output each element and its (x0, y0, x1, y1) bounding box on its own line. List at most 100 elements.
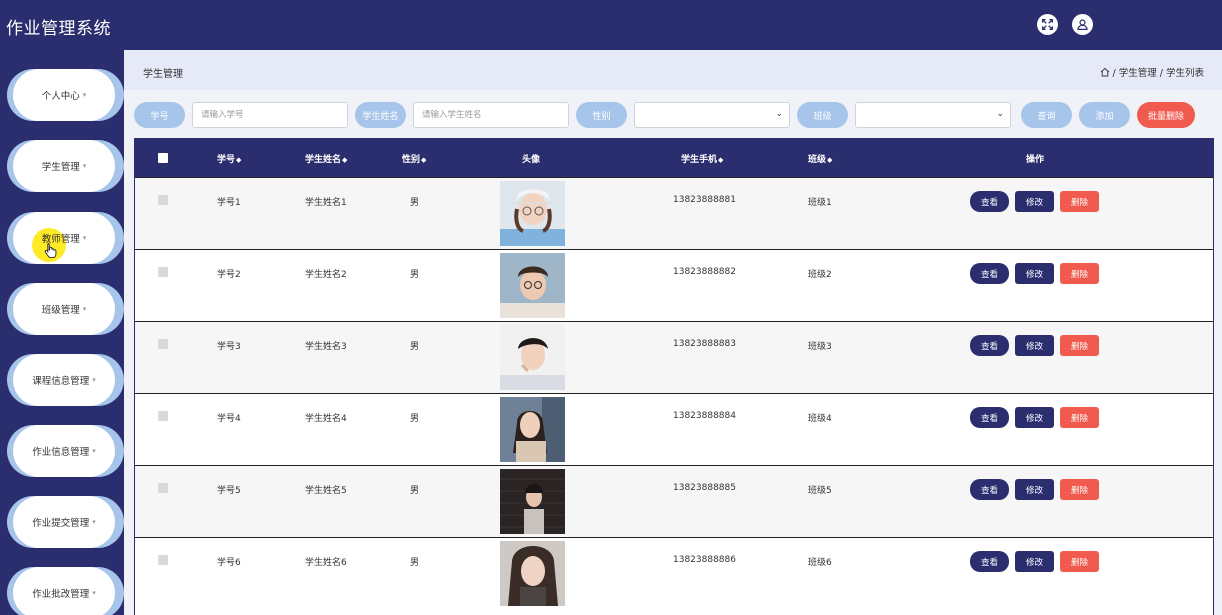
row-checkbox[interactable] (158, 195, 168, 205)
delete-button[interactable]: 删除 (1060, 335, 1099, 356)
add-button[interactable]: 添加 (1079, 102, 1130, 128)
delete-button[interactable]: 删除 (1060, 479, 1099, 500)
cell-phone: 13823888884 (673, 411, 736, 421)
cell-gender: 男 (410, 414, 420, 424)
sidebar-item-course-info-management[interactable]: 课程信息管理 ▾ (7, 354, 124, 406)
edit-button[interactable]: 修改 (1015, 479, 1054, 500)
sidebar-item-homework-submit-management[interactable]: 作业提交管理 ▾ (7, 496, 124, 548)
chevron-down-icon: ▾ (82, 162, 87, 170)
cell-xuehao: 学号4 (217, 414, 241, 424)
xuehao-input[interactable] (192, 102, 348, 128)
cell-xuehao: 学号5 (217, 486, 241, 496)
view-button[interactable]: 查看 (970, 551, 1009, 572)
student-name-label: 学生姓名 (355, 102, 406, 128)
cell-xuehao: 学号6 (217, 558, 241, 568)
sidebar-item-class-management[interactable]: 班级管理 ▾ (7, 283, 124, 335)
sort-icon: ◆ (236, 156, 242, 164)
chevron-down-icon: ▾ (82, 234, 87, 242)
cell-phone: 13823888883 (673, 339, 736, 349)
column-header-gender[interactable]: 性别◆ (402, 152, 426, 165)
avatar[interactable] (500, 469, 565, 534)
cell-class: 班级2 (808, 270, 832, 280)
row-checkbox[interactable] (158, 339, 168, 349)
column-header-phone[interactable]: 学生手机◆ (681, 152, 723, 165)
sidebar-item-label: 作业批改管理 (32, 589, 90, 600)
sidebar-item-homework-grading-management[interactable]: 作业批改管理 ▾ (7, 567, 124, 615)
sidebar-item-label: 教师管理 (41, 234, 80, 245)
cell-class: 班级4 (808, 414, 832, 424)
column-header-label: 学号 (217, 155, 236, 165)
cell-name: 学生姓名3 (305, 342, 347, 352)
student-name-input[interactable] (413, 102, 569, 128)
edit-button[interactable]: 修改 (1015, 335, 1054, 356)
view-button[interactable]: 查看 (970, 263, 1009, 284)
row-checkbox[interactable] (158, 267, 168, 277)
row-checkbox[interactable] (158, 555, 168, 565)
gender-select[interactable]: ⌄ (634, 102, 790, 128)
row-checkbox[interactable] (158, 483, 168, 493)
batch-delete-button[interactable]: 批量删除 (1137, 102, 1195, 128)
chevron-down-icon: ▾ (92, 589, 96, 597)
sidebar-item-label: 课程信息管理 (32, 376, 90, 387)
view-button[interactable]: 查看 (970, 335, 1009, 356)
avatar[interactable] (500, 541, 565, 606)
xuehao-input-field[interactable] (201, 110, 347, 120)
delete-button[interactable]: 删除 (1060, 191, 1099, 212)
query-button[interactable]: 查询 (1021, 102, 1072, 128)
sidebar: 个人中心 ▾ 学生管理 ▾ 教师管理 ▾ 班级管理 ▾ 课程信息管理 ▾ 作业信息管理 ▾ … (0, 50, 124, 615)
table-row: 学号6 学生姓名6 男 13823888886 班级6 查看 修改 删除 (135, 537, 1213, 610)
column-header-label: 学生姓名 (305, 155, 342, 165)
sidebar-item-label: 作业提交管理 (32, 518, 90, 529)
chevron-down-icon: ▾ (92, 376, 96, 384)
sidebar-item-teacher-management[interactable]: 教师管理 ▾ (7, 212, 124, 264)
edit-button[interactable]: 修改 (1015, 407, 1054, 428)
cell-phone: 13823888882 (673, 267, 736, 277)
home-icon[interactable] (1100, 67, 1110, 77)
sidebar-item-label: 作业信息管理 (32, 447, 90, 458)
class-select[interactable]: ⌄ (855, 102, 1011, 128)
sidebar-item-homework-info-management[interactable]: 作业信息管理 ▾ (7, 425, 124, 477)
breadcrumb: / 学生管理 / 学生列表 (1100, 65, 1204, 79)
delete-button[interactable]: 删除 (1060, 551, 1099, 572)
cell-xuehao: 学号3 (217, 342, 241, 352)
column-header-xuehao[interactable]: 学号◆ (217, 152, 241, 165)
breadcrumb-bar: 学生管理 / 学生管理 / 学生列表 (124, 50, 1222, 90)
column-header-avatar: 头像 (522, 155, 541, 165)
student-table: 学号◆ 学生姓名◆ 性别◆ 头像 学生手机◆ 班级◆ 操作 学号1 学生姓名1 … (134, 138, 1214, 615)
column-header-label: 班级 (808, 155, 827, 165)
cell-class: 班级3 (808, 342, 832, 352)
delete-button[interactable]: 删除 (1060, 407, 1099, 428)
view-button[interactable]: 查看 (970, 191, 1009, 212)
table-header: 学号◆ 学生姓名◆ 性别◆ 头像 学生手机◆ 班级◆ 操作 (135, 139, 1213, 177)
row-checkbox[interactable] (158, 411, 168, 421)
edit-button[interactable]: 修改 (1015, 191, 1054, 212)
column-header-class[interactable]: 班级◆ (808, 152, 832, 165)
avatar[interactable] (500, 253, 565, 318)
student-name-input-field[interactable] (422, 110, 568, 120)
edit-button[interactable]: 修改 (1015, 263, 1054, 284)
avatar[interactable] (500, 397, 565, 462)
sidebar-item-personal-center[interactable]: 个人中心 ▾ (7, 69, 124, 121)
sort-icon: ◆ (827, 156, 833, 164)
column-header-label: 性别 (402, 155, 421, 165)
avatar[interactable] (500, 181, 565, 246)
cell-xuehao: 学号1 (217, 198, 241, 208)
cell-phone: 13823888885 (673, 483, 736, 493)
table-row: 学号4 学生姓名4 男 13823888884 班级4 查看 修改 删除 (135, 393, 1213, 466)
xuehao-label: 学号 (134, 102, 185, 128)
cell-gender: 男 (410, 558, 420, 568)
column-header-name[interactable]: 学生姓名◆ (305, 152, 347, 165)
sidebar-item-student-management[interactable]: 学生管理 ▾ (7, 140, 124, 192)
view-button[interactable]: 查看 (970, 479, 1009, 500)
user-icon[interactable] (1072, 14, 1093, 35)
delete-button[interactable]: 删除 (1060, 263, 1099, 284)
search-bar: 学号 学生姓名 性别 ⌄ 班级 ⌄ 查询 添加 批量删除 (124, 100, 1222, 130)
expand-arrows-icon[interactable] (1037, 14, 1058, 35)
table-row: 学号1 学生姓名1 男 13823888881 班级1 查看 修改 删除 (135, 177, 1213, 250)
chevron-down-icon: ▾ (92, 447, 96, 455)
select-all-checkbox[interactable] (158, 153, 168, 163)
breadcrumb-path[interactable]: / 学生管理 / 学生列表 (1113, 65, 1204, 79)
avatar[interactable] (500, 325, 565, 390)
edit-button[interactable]: 修改 (1015, 551, 1054, 572)
view-button[interactable]: 查看 (970, 407, 1009, 428)
